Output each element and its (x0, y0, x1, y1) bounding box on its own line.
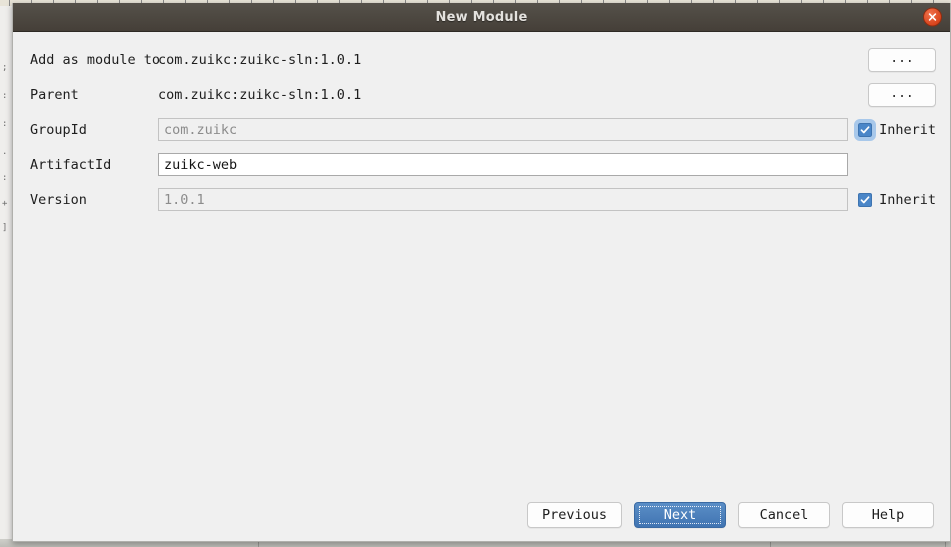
module-form: Add as module to com.zuikc:zuikc-sln:1.0… (13, 42, 950, 217)
value-parent-wrap: com.zuikc:zuikc-sln:1.0.1 (158, 87, 848, 103)
version-field-wrap (158, 188, 848, 211)
value-add-as-module-to: com.zuikc:zuikc-sln:1.0.1 (158, 51, 362, 68)
value-parent: com.zuikc:zuikc-sln:1.0.1 (158, 86, 362, 103)
trailing-version: Inherit (858, 182, 950, 217)
value-add-as-module-to-wrap: com.zuikc:zuikc-sln:1.0.1 (158, 52, 848, 68)
trailing-artifactid (936, 147, 950, 182)
background-text-fragment: ; (2, 63, 8, 73)
label-artifactid: ArtifactId (30, 156, 112, 173)
label-add-as-module-to: Add as module to (30, 51, 161, 68)
groupid-inherit-label: Inherit (879, 121, 936, 138)
form-row-parent: Parent com.zuikc:zuikc-sln:1.0.1 ... (13, 77, 950, 112)
groupid-inherit-checkbox[interactable]: Inherit (854, 118, 936, 141)
dialog-titlebar[interactable]: New Module (13, 3, 950, 32)
trailing-add-as-module-to: ... (868, 42, 950, 77)
version-inherit-checkbox[interactable]: Inherit (858, 192, 936, 208)
form-row-add-as-module-to: Add as module to com.zuikc:zuikc-sln:1.0… (13, 42, 950, 77)
background-text-fragment: ] (2, 223, 8, 233)
form-row-version: Version Inherit (13, 182, 950, 217)
previous-button[interactable]: Previous (526, 502, 622, 528)
artifactid-field-wrap (158, 153, 848, 176)
checkbox-checked-icon[interactable] (854, 118, 877, 141)
close-icon[interactable] (923, 7, 942, 27)
background-text-fragment: . (2, 147, 8, 157)
help-button[interactable]: Help (842, 502, 934, 528)
background-text-fragment: : (2, 119, 8, 129)
new-module-dialog: New Module Add as module to com.zuikc:zu… (12, 3, 951, 542)
browse-parent-button[interactable]: ... (868, 82, 936, 107)
version-inherit-label: Inherit (879, 191, 936, 208)
background-text-fragment: : (2, 91, 8, 101)
artifactid-input[interactable] (158, 153, 848, 176)
checkbox-checked-icon[interactable] (858, 192, 873, 207)
trailing-groupid: Inherit (854, 112, 950, 147)
groupid-input[interactable] (158, 118, 848, 141)
dialog-content: Add as module to com.zuikc:zuikc-sln:1.0… (13, 32, 950, 489)
dialog-footer: Previous Next Cancel Help (13, 489, 950, 541)
dialog-title: New Module (435, 9, 528, 25)
next-button[interactable]: Next (634, 502, 726, 528)
form-row-groupid: GroupId Inherit (13, 112, 950, 147)
cancel-button[interactable]: Cancel (738, 502, 830, 528)
label-version: Version (30, 191, 87, 208)
groupid-field-wrap (158, 118, 848, 141)
label-groupid: GroupId (30, 121, 87, 138)
trailing-parent: ... (868, 77, 950, 112)
next-button-label: Next (663, 507, 697, 523)
background-window-left-edge: ; : : . : + ] (0, 6, 12, 547)
label-parent: Parent (30, 86, 79, 103)
background-text-fragment: + (2, 199, 8, 209)
form-row-artifactid: ArtifactId (13, 147, 950, 182)
background-text-fragment: : (2, 173, 8, 183)
browse-parent-module-button[interactable]: ... (868, 47, 936, 72)
version-input[interactable] (158, 188, 848, 211)
